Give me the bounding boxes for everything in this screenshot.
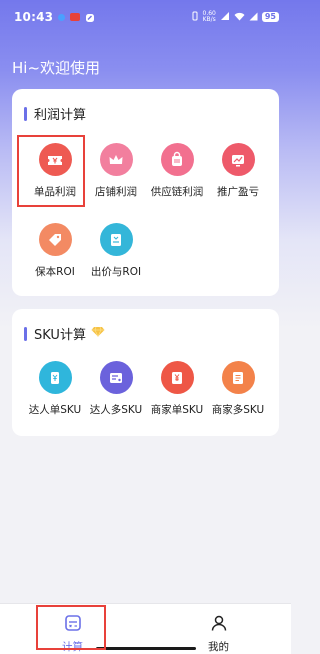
battery-indicator: 95 [261,12,279,22]
status-right: 0.60 KB/s 95 [191,11,279,23]
item-label: 达人单SKU [28,404,82,416]
profit-section-title: 利润计算 [24,104,86,123]
greeting: Hi~欢迎使用 [12,59,101,77]
wifi-icon [234,12,245,23]
cell-signal-icon [249,12,258,23]
vibrate-icon [191,11,199,23]
chart-icon [221,143,255,176]
title-bar [24,106,27,121]
link-app-icon [85,8,95,27]
card-icon [99,223,133,256]
item-breakeven-roi[interactable]: 保本ROI [22,223,88,279]
item-promotion-pnl[interactable]: 推广盈亏 [205,143,271,199]
diamond-icon [91,326,105,341]
item-label: 出价与ROI [90,266,142,278]
item-store-profit[interactable]: 店铺利润 [83,143,149,199]
sku-section-title: SKU计算 [24,324,105,343]
home-indicator[interactable] [96,647,196,650]
ticket-yen-icon [38,361,72,394]
title-bar [24,326,27,341]
profit-card: 利润计算 单品利润 店铺利润 供应链利润 推广盈亏 保本ROI 出价与ROI [12,89,279,296]
yen-box-icon [160,361,194,394]
net-speed: 0.60 KB/s [203,11,216,23]
status-bar: 10:43 0.60 KB/s 95 [0,0,291,34]
app-notification-icon [58,13,66,21]
net-speed-unit: KB/s [202,16,216,23]
item-label: 商家多SKU [211,404,265,416]
status-time: 10:43 [14,10,54,24]
sku-title-text: SKU计算 [34,328,86,343]
sku-card: SKU计算 达人单SKU 达人多SKU 商家单SKU 商家多SKU [12,309,279,436]
item-label: 保本ROI [35,266,75,278]
item-bid-and-roi[interactable]: 出价与ROI [83,223,149,279]
item-single-product-profit[interactable]: 单品利润 [22,143,88,199]
item-influencer-multi-sku[interactable]: 达人多SKU [83,361,149,417]
item-influencer-single-sku[interactable]: 达人单SKU [22,361,88,417]
item-label: 达人多SKU [89,404,143,416]
list-card-icon [99,361,133,394]
item-label: 推广盈亏 [217,186,259,198]
item-supply-chain-profit[interactable]: 供应链利润 [144,143,210,199]
tab-calculate-label: 计算 [62,641,83,653]
bag-icon [160,143,194,176]
item-merchant-multi-sku[interactable]: 商家多SKU [205,361,271,417]
item-label: 供应链利润 [150,186,204,198]
tab-mine-label: 我的 [208,641,229,653]
red-app-icon [70,13,81,21]
tag-icon [38,223,72,256]
profit-title-text: 利润计算 [34,108,87,123]
crown-icon [99,143,133,176]
hd-signal-icon [220,11,230,23]
item-merchant-single-sku[interactable]: 商家单SKU [144,361,210,417]
item-label: 店铺利润 [95,186,137,198]
bottom-tab-bar: 计算 我的 [0,603,291,654]
calculator-icon [64,614,82,636]
item-label: 单品利润 [34,186,76,198]
ticket-icon [38,143,72,176]
status-left: 10:43 [14,8,95,27]
document-icon [221,361,255,394]
user-icon [210,614,228,636]
item-label: 商家单SKU [150,404,204,416]
